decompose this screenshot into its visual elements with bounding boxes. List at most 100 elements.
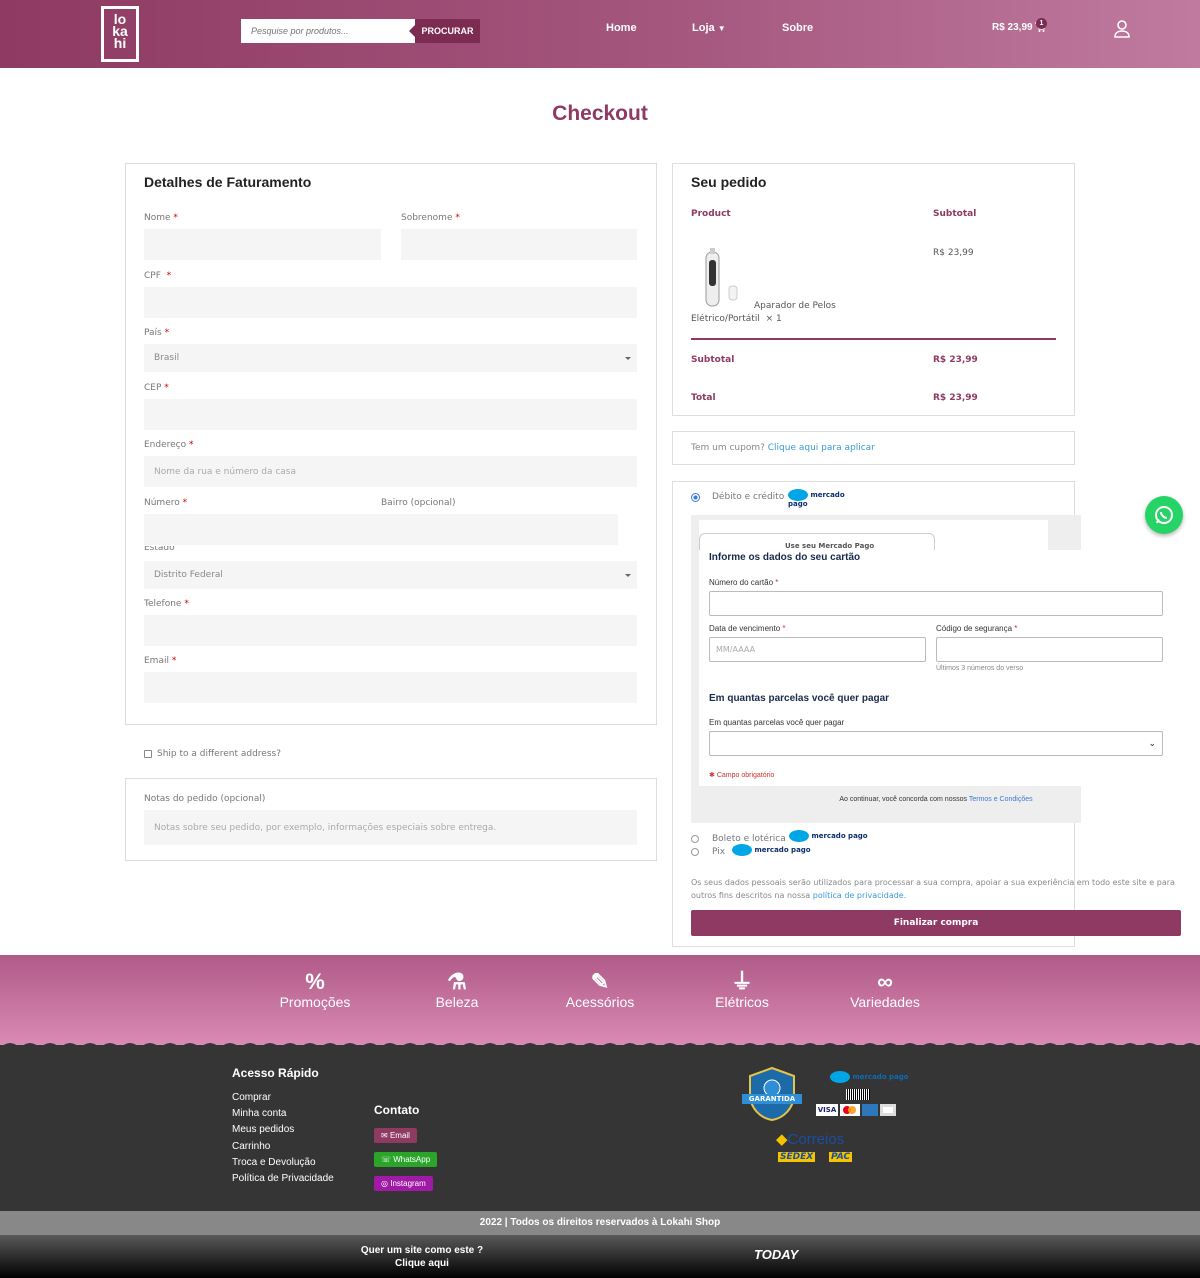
cvv-label: Código de segurança * [936, 624, 1018, 633]
pais-select[interactable]: Brasil [144, 344, 637, 372]
category-promocoes[interactable]: % Promoções [260, 969, 370, 1011]
debit-radio[interactable] [691, 493, 700, 502]
card-form-title: Informe os dados do seu cartão [709, 552, 861, 563]
expiry-input[interactable]: MM/AAAA [709, 637, 926, 662]
quick-title: Acesso Rápido [232, 1066, 319, 1080]
use-mp-button[interactable]: Use seu Mercado Pago [699, 533, 935, 550]
numero-label: Número * [144, 498, 188, 508]
today-logo[interactable]: TODAY [754, 1247, 798, 1262]
promo-bar [0, 1235, 1200, 1278]
diners-icon [880, 1104, 896, 1116]
barcode-icon [846, 1089, 870, 1100]
logo[interactable]: lo ka hi [101, 6, 139, 62]
nav-sobre[interactable]: Sobre [782, 22, 813, 34]
submit-button[interactable]: Finalizar compra [691, 910, 1181, 936]
terms-link[interactable]: Termos e Condições [969, 796, 1033, 803]
percent-icon: % [305, 969, 325, 994]
item-name-1: Aparador de Pelos [754, 301, 836, 311]
col-product: Product [691, 209, 731, 219]
cep-input[interactable] [144, 399, 637, 430]
divider [691, 338, 1056, 340]
coupon-link[interactable]: Clique aqui para aplicar [768, 443, 875, 453]
mastercard-icon [840, 1104, 860, 1116]
category-beleza[interactable]: ⚗ Beleza [402, 970, 512, 1011]
card-logos: VISA [816, 1104, 896, 1116]
category-variedades[interactable]: ∞ Variedades [830, 969, 940, 1011]
guarantee-badge: GARANTIDA [742, 1066, 802, 1122]
cart-button[interactable]: R$ 23,99 1 [992, 18, 1047, 33]
nav-home[interactable]: Home [606, 22, 637, 34]
correios-icon: ◆ [776, 1131, 788, 1148]
search-button[interactable]: PROCURAR [409, 19, 480, 43]
installments-label: Em quantas parcelas você quer pagar [709, 718, 845, 727]
card-number-label: Número do cartão * [709, 578, 779, 587]
cvv-input[interactable] [936, 637, 1163, 662]
pix-radio[interactable] [691, 848, 699, 856]
privacy-link[interactable]: política de privacidade. [813, 891, 907, 900]
header: lokahi PROCURAR Home Loja ▼ Sobre R$ 23,… [0, 0, 1200, 68]
numero-input[interactable] [144, 514, 618, 545]
product-image [705, 248, 738, 307]
pix-label: Pix [712, 847, 726, 857]
nome-label: Nome * [144, 213, 178, 223]
cvv-hint: Últimos 3 números do verso [936, 665, 1024, 672]
installments-select[interactable]: ⌄ [709, 731, 1163, 756]
total-label: Total [691, 393, 716, 403]
page-title: Checkout [552, 102, 648, 125]
card-number-input[interactable] [709, 591, 1163, 616]
telefone-input[interactable] [144, 615, 637, 646]
user-icon[interactable] [1114, 20, 1130, 38]
cpf-label: CPF * [144, 271, 172, 281]
quick-link[interactable]: Carrinho [232, 1141, 270, 1152]
debit-label: Débito e crédito [712, 492, 785, 502]
expiry-label: Data de vencimento * [709, 624, 786, 633]
ship-label[interactable]: Ship to a different address? [157, 749, 281, 759]
contact-title: Contato [374, 1103, 420, 1117]
notes-textarea[interactable]: Notas sobre seu pedido, por exemplo, inf… [144, 810, 637, 845]
item-name-2: Elétrico/Portátil × 1 [691, 314, 782, 324]
telefone-label: Telefone * [144, 599, 189, 609]
site-cta[interactable]: Quer um site como este ? Clique aqui [360, 1244, 484, 1270]
correios-logo: ◆Correios [776, 1131, 845, 1148]
cpf-input[interactable] [144, 287, 637, 318]
infinity-icon: ∞ [877, 969, 893, 994]
mercadopago-logo: mercado pago [789, 830, 868, 842]
email-input[interactable] [144, 672, 637, 703]
email-button[interactable]: ✉ Email [374, 1128, 417, 1143]
pac-logo: PAC [829, 1152, 853, 1162]
nav-loja-label: Loja [692, 22, 715, 34]
quick-link[interactable]: Troca e Devolução [232, 1157, 316, 1168]
amex-icon [862, 1104, 878, 1116]
terms-text: Ao continuar, você concorda com nossos T… [839, 796, 1033, 803]
category-eletricos[interactable]: ⏚ Elétricos [687, 970, 797, 1011]
quick-link[interactable]: Comprar [232, 1092, 271, 1103]
shield-icon [742, 1066, 802, 1122]
ship-checkbox[interactable] [144, 750, 152, 758]
footer [0, 1045, 1200, 1211]
search-input[interactable] [241, 19, 415, 43]
whatsapp-float-button[interactable] [1145, 496, 1183, 534]
nav-loja[interactable]: Loja ▼ [692, 22, 726, 34]
estado-label: Estado [144, 546, 175, 552]
coupon-text: Tem um cupom? Clique aqui para aplicar [691, 443, 875, 453]
nome-input[interactable] [144, 229, 381, 260]
copyright: 2022 | Todos os direitos reservados à Lo… [0, 1211, 1200, 1235]
endereco-input[interactable]: Nome da rua e número da casa [144, 456, 637, 487]
chevron-down-icon: ▼ [717, 24, 726, 33]
instagram-button[interactable]: ◎ Instagram [374, 1176, 433, 1191]
pais-label: País * [144, 328, 170, 338]
quick-link[interactable]: Meus pedidos [232, 1124, 294, 1135]
cart-count-badge: 1 [1036, 18, 1047, 29]
privacy-text: Os seus dados pessoais serão utilizados … [691, 878, 1175, 900]
mercadopago-logo: mercado pago [732, 844, 811, 856]
quick-link[interactable]: Política de Privacidade [232, 1173, 334, 1184]
whatsapp-button[interactable]: ☏ WhatsApp [374, 1152, 438, 1167]
quick-link[interactable]: Minha conta [232, 1108, 286, 1119]
mercadopago-logo: mercado pago [830, 1071, 909, 1083]
category-acessorios[interactable]: ✎ Acessórios [545, 970, 655, 1011]
estado-select[interactable]: Distrito Federal [144, 561, 637, 589]
instagram-icon: ◎ [381, 1179, 388, 1188]
envelope-icon: ✉ [381, 1131, 388, 1140]
sobrenome-input[interactable] [401, 229, 637, 260]
boleto-radio[interactable] [691, 835, 699, 843]
